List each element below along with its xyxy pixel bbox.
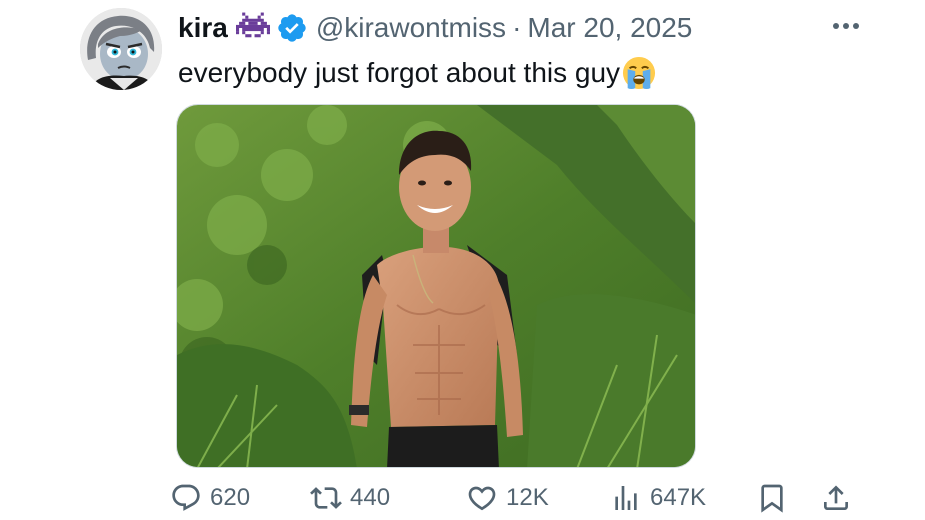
avatar-image xyxy=(80,8,162,90)
photo-hiker-on-mountain-ridge xyxy=(177,105,695,467)
repost-button[interactable]: 440 xyxy=(310,478,390,518)
tweet-header: kira @kirawontmiss · Mar 20, 2025 xyxy=(178,10,692,46)
more-horizontal-icon xyxy=(833,23,859,29)
tweet-date[interactable]: Mar 20, 2025 xyxy=(527,10,692,46)
reply-count: 620 xyxy=(210,484,251,511)
bookmark-icon xyxy=(756,482,788,514)
share-button[interactable] xyxy=(820,478,852,518)
views-count: 647K xyxy=(650,484,707,511)
views-chart-icon xyxy=(610,482,642,514)
tweet-text: everybody just forgot about this guy xyxy=(178,57,621,88)
tweet-action-bar: 620 440 12K 647K xyxy=(170,478,860,518)
repost-count: 440 xyxy=(350,484,391,511)
display-name[interactable]: kira xyxy=(178,10,228,46)
reply-button[interactable]: 620 xyxy=(170,478,250,518)
verified-badge-icon[interactable] xyxy=(276,12,308,44)
avatar[interactable] xyxy=(80,8,162,90)
tweet-text-container: everybody just forgot about this guy xyxy=(178,54,656,92)
reply-icon xyxy=(170,482,202,514)
more-options-button[interactable] xyxy=(826,10,866,42)
alien-monster-icon xyxy=(235,12,270,44)
like-button[interactable]: 12K xyxy=(466,478,549,518)
loudly-crying-face-icon xyxy=(622,56,656,90)
user-handle[interactable]: @kirawontmiss xyxy=(316,10,506,46)
tweet-media-photo[interactable] xyxy=(176,104,696,468)
repost-icon xyxy=(310,482,342,514)
header-separator: · xyxy=(512,12,522,43)
share-icon xyxy=(820,482,852,514)
tweet-card[interactable]: kira @kirawontmiss · Mar 20, 2025 everyb… xyxy=(0,0,925,520)
heart-icon xyxy=(466,482,498,514)
views-button[interactable]: 647K xyxy=(610,478,706,518)
bookmark-button[interactable] xyxy=(756,478,788,518)
like-count: 12K xyxy=(506,484,549,511)
